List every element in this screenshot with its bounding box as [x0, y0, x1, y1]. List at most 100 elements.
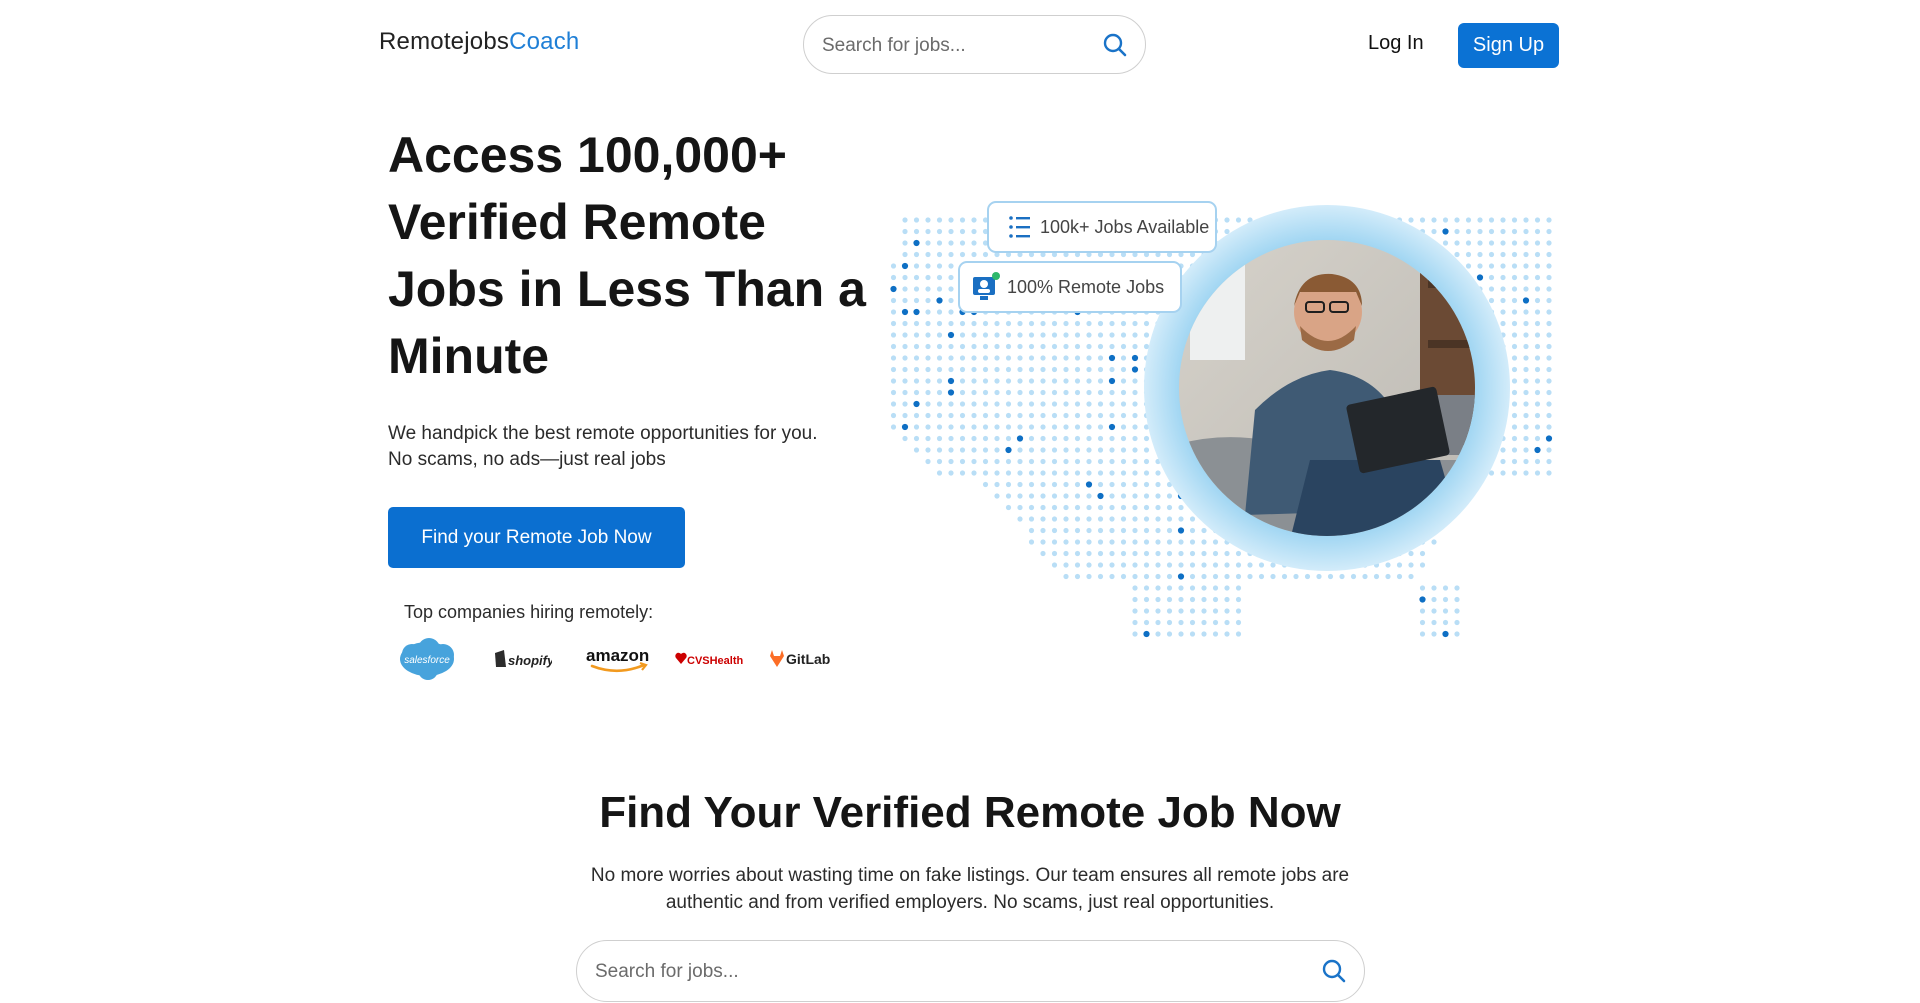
map-dot [1511, 228, 1518, 235]
map-dot [948, 458, 954, 465]
map-dot [936, 286, 943, 292]
map-dot [1534, 274, 1541, 281]
map-dot [1419, 619, 1426, 626]
map-dot [1063, 412, 1069, 419]
map-dot [1431, 608, 1437, 614]
map-dot [1511, 366, 1518, 373]
map-dot [1235, 585, 1242, 591]
search-icon[interactable] [1101, 31, 1129, 59]
map-dot [1074, 412, 1081, 419]
map-dot [1511, 297, 1518, 304]
map-dot [1132, 389, 1138, 396]
map-dot [1511, 309, 1518, 315]
map-dot [1120, 470, 1127, 476]
map-dot [959, 251, 966, 258]
map-dot [1523, 470, 1529, 476]
map-dot [936, 401, 943, 407]
map-dot [1074, 378, 1081, 384]
map-dot [948, 447, 954, 453]
map-dot [1063, 516, 1069, 522]
map-dot [1523, 332, 1529, 338]
map-dot [959, 389, 966, 396]
map-dot [936, 228, 943, 235]
signup-button[interactable]: Sign Up [1458, 23, 1559, 68]
map-dot [1005, 424, 1012, 430]
map-dot [1546, 240, 1552, 246]
map-dot [1120, 389, 1127, 396]
map-dot [1086, 366, 1092, 373]
map-dot [1132, 516, 1138, 522]
map-dot [1454, 251, 1460, 258]
map-dot [1097, 412, 1104, 419]
map-dot [1097, 447, 1104, 453]
map-dot [913, 320, 920, 327]
map-dot [1143, 630, 1150, 638]
map-dot [994, 481, 1000, 488]
map-dot [1500, 240, 1506, 246]
map-dot [1408, 573, 1414, 580]
main-search-input[interactable] [593, 941, 1227, 1003]
map-dot [1500, 458, 1506, 465]
map-dot [1454, 619, 1460, 626]
map-dot [1074, 435, 1081, 442]
map-dot [902, 297, 908, 304]
map-dot [902, 366, 908, 373]
map-dot [902, 401, 908, 407]
map-dot [913, 355, 920, 361]
map-dot [1534, 389, 1541, 396]
map-dot [1040, 378, 1046, 384]
map-dot [1534, 217, 1541, 223]
map-dot [1419, 608, 1426, 614]
map-dot [1546, 378, 1552, 384]
map-dot [971, 389, 977, 396]
map-dot [1086, 424, 1092, 430]
cvs-health-logo: CVSHealth [674, 637, 750, 681]
map-dot [1040, 493, 1046, 499]
map-dot [1166, 539, 1173, 545]
map-dot [1408, 562, 1414, 568]
map-dot [913, 389, 920, 396]
header-search-input[interactable] [820, 16, 1097, 75]
map-dot [1051, 412, 1058, 419]
site-logo[interactable]: RemotejobsCoach [379, 28, 579, 56]
map-dot [1051, 389, 1058, 396]
map-dot [1040, 527, 1046, 534]
find-remote-job-button[interactable]: Find your Remote Job Now [388, 507, 685, 568]
map-dot [1086, 412, 1092, 419]
map-dot [1017, 412, 1023, 419]
map-dot [936, 378, 943, 384]
map-dot [1074, 447, 1081, 453]
map-dot [1465, 240, 1472, 246]
map-dot [948, 228, 954, 235]
map-dot [959, 366, 966, 373]
login-link[interactable]: Log In [1368, 32, 1424, 55]
map-dot [890, 424, 897, 430]
section-description: No more worries about wasting time on fa… [590, 865, 1350, 913]
map-dot [902, 389, 908, 396]
map-dot [1155, 608, 1161, 614]
map-dot [1109, 527, 1115, 534]
map-dot [982, 401, 989, 407]
map-dot [925, 332, 931, 338]
map-dot [971, 332, 977, 338]
map-dot [1419, 550, 1426, 557]
map-dot [1005, 343, 1012, 350]
map-dot [1028, 447, 1035, 453]
map-dot [971, 470, 977, 476]
map-dot [1074, 424, 1081, 430]
search-icon[interactable] [1320, 957, 1348, 985]
map-dot [1189, 550, 1196, 557]
map-dot [936, 251, 943, 258]
map-dot [994, 493, 1000, 499]
map-dot [1477, 228, 1483, 235]
map-dot [1005, 355, 1012, 361]
map-dot [1546, 297, 1552, 304]
map-dot [1534, 263, 1541, 269]
map-dot [959, 343, 966, 350]
map-dot [890, 285, 897, 293]
map-dot [1097, 366, 1104, 373]
map-dot [1201, 631, 1207, 637]
map-dot [1132, 447, 1138, 453]
map-dot [959, 447, 966, 453]
map-dot [1523, 355, 1529, 361]
